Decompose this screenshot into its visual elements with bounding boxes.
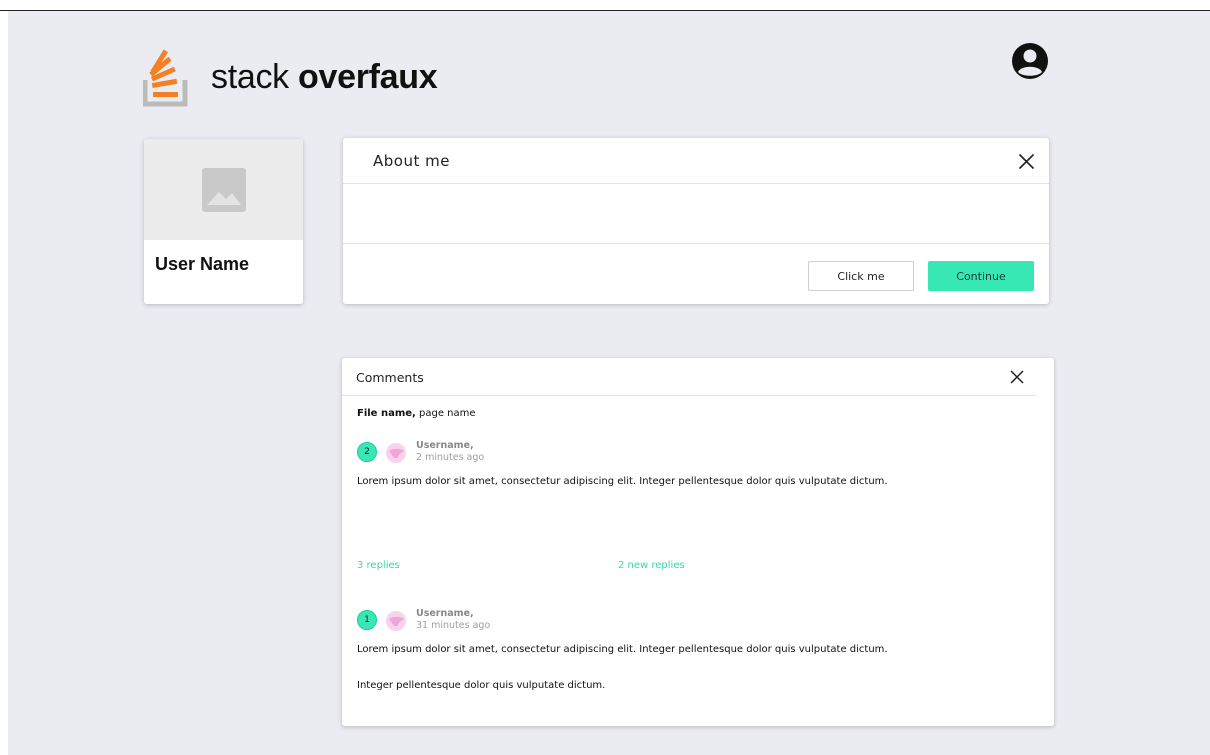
close-icon[interactable] [1010,370,1024,384]
comment-username[interactable]: Username, [416,608,474,619]
comment-timestamp: 2 minutes ago [416,452,485,463]
page-name: page name [415,408,476,419]
stack-logo-icon [143,49,188,107]
click-me-button[interactable]: Click me [808,261,914,291]
profile-photo [144,139,303,240]
profile-card: User Name [144,139,303,304]
file-name: File name, [357,408,416,419]
comment-timestamp: 31 minutes ago [416,620,491,631]
about-header: About me [343,138,1049,184]
about-content[interactable] [343,184,1049,244]
brand-logo[interactable]: stack overfaux [143,46,438,108]
comment-username[interactable]: Username, [416,440,474,451]
comments-header: Comments [342,358,1036,396]
continue-button[interactable]: Continue [928,261,1034,291]
avatar [386,611,406,631]
comment-text-continued: Integer pellentesque dolor quis vulputat… [357,680,606,691]
brand-name-bold: overfaux [298,57,438,96]
comment-count-badge: 1 [357,610,377,630]
avatar [386,443,406,463]
comment-text: Lorem ipsum dolor sit amet, consectetur … [357,476,888,487]
comment-text: Lorem ipsum dolor sit amet, consectetur … [357,644,888,655]
brand-name-light: stack [211,57,289,96]
replies-link[interactable]: 3 replies [357,560,400,571]
about-title: About me [373,152,450,170]
comment-count-badge: 2 [357,442,377,462]
close-icon[interactable] [1018,153,1035,170]
new-replies-link[interactable]: 2 new replies [618,560,685,571]
profile-name: User Name [155,254,250,274]
comments-panel: Comments File name, page name 2 Username… [342,358,1054,726]
file-reference: File name, page name [357,408,476,419]
user-circle-icon[interactable] [1011,42,1049,80]
comments-title: Comments [356,370,424,385]
about-panel: About me Click me Continue [343,138,1049,304]
image-placeholder-icon [201,167,246,212]
brand-name: stack overfaux [211,57,438,97]
